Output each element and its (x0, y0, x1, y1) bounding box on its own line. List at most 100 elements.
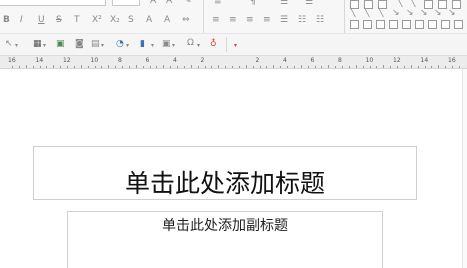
clear-format-icon[interactable]: ✎ (184, 0, 192, 6)
ruler-tick (60, 66, 62, 68)
title-placeholder[interactable]: 单击此处添加标题 (33, 146, 417, 200)
ruler-tick (431, 66, 433, 68)
dropdown-icon[interactable]: ▾ (234, 41, 237, 50)
text-frame-icon[interactable]: ▤ (91, 40, 100, 49)
shape-rectangle-icon[interactable] (428, 20, 437, 29)
chart-icon[interactable]: ▮ (140, 40, 145, 49)
ruler-tick (177, 66, 178, 68)
shape-rectangle-icon[interactable] (402, 20, 411, 29)
subtitle-placeholder-text: 单击此处添加副标题 (162, 218, 288, 234)
ruler-label: 4 (173, 57, 177, 64)
ruler-tick (18, 66, 20, 68)
font-color-icon[interactable]: A (146, 16, 152, 25)
table-icon[interactable]: ▦ (33, 40, 42, 49)
chevron-down-icon[interactable]: ▾ (101, 41, 104, 50)
chevron-down-icon[interactable]: ▾ (15, 41, 18, 50)
shape-rectangle-icon[interactable] (441, 20, 450, 29)
character-spacing-icon[interactable]: ⇔ (182, 16, 190, 25)
line-spacing-icon[interactable]: ☰ (280, 16, 288, 25)
line-icon[interactable]: ╲ (397, 0, 402, 8)
connector-icon[interactable]: ↘ (406, 9, 414, 18)
connector-icon[interactable]: ↘ (448, 9, 456, 18)
chevron-down-icon[interactable]: ▾ (151, 41, 154, 50)
ruler-tick (369, 66, 371, 68)
insert-toolbar: ↖ ▾ ▦ ▾ ▣ ◙ ▤ ▾ ◔ ▾ ▮ ▾ ▣ ▾ Ω ▾ ♁ ▾ (0, 34, 467, 56)
shapes-icon[interactable]: ◔ (116, 40, 124, 49)
shadow-icon[interactable]: S (128, 16, 134, 25)
chevron-down-icon[interactable]: ▾ (172, 41, 175, 50)
select-arrow-icon[interactable]: ↖ (5, 40, 13, 49)
ruler-tick (67, 66, 68, 68)
textbox-icon[interactable]: ▣ (162, 40, 171, 49)
shape-rectangle-icon[interactable] (376, 20, 385, 29)
highlight-icon[interactable]: A (164, 16, 170, 25)
horizontal-ruler[interactable]: 16 14 12 10 8 6 4 2 2 4 6 8 10 12 14 16 (0, 56, 467, 69)
ruler-tick (287, 66, 288, 68)
ruler-label: 16 (8, 57, 16, 64)
bold-icon[interactable]: B (3, 16, 10, 25)
list-icon[interactable]: ☷ (298, 16, 306, 25)
increase-font-icon[interactable]: A (150, 0, 156, 6)
overline-icon[interactable]: T (74, 16, 80, 25)
shape-rectangle-icon[interactable] (454, 20, 463, 29)
chevron-down-icon[interactable]: ▾ (197, 41, 200, 50)
ruler-label: 14 (420, 57, 429, 64)
title-placeholder-text: 单击此处添加标题 (124, 169, 325, 198)
outline-icon[interactable]: ☷ (316, 16, 324, 25)
align-center-icon[interactable]: ≡ (229, 16, 237, 25)
ruler-tick (376, 66, 378, 68)
image-icon[interactable]: ▣ (56, 40, 65, 49)
connector-icon[interactable]: ↘ (392, 9, 400, 18)
bullets-icon[interactable]: ☰ (280, 0, 288, 7)
justify-icon[interactable]: ≡ (263, 16, 271, 25)
arrow-line-icon[interactable]: ╲ (378, 9, 383, 18)
decrease-font-icon[interactable]: A (166, 0, 172, 6)
connector-icon[interactable]: ↘ (420, 9, 428, 18)
chevron-down-icon[interactable]: ▾ (126, 41, 129, 50)
line-icon[interactable]: ╲ (410, 0, 415, 8)
shape-rectangle-icon[interactable] (389, 20, 398, 29)
superscript-icon[interactable]: X² (92, 16, 102, 25)
ruler-tick (46, 66, 48, 68)
arrow-line-icon[interactable]: ╲ (350, 9, 355, 18)
ruler-label: 12 (393, 57, 401, 64)
shape-rectangle-icon[interactable] (350, 20, 359, 29)
strikethrough-icon[interactable]: S (56, 16, 62, 25)
font-size-dropdown[interactable] (112, 0, 140, 6)
fontwork-icon[interactable]: ♁ (210, 40, 217, 49)
numbering-icon[interactable]: ☰ (305, 0, 313, 7)
ruler-tick (73, 66, 75, 68)
underline-icon[interactable]: U (38, 16, 45, 25)
ruler-tick (390, 66, 392, 68)
italic-icon[interactable]: I (20, 16, 23, 25)
vertical-scrollbar[interactable] (462, 69, 467, 268)
indent-icon[interactable]: ≡ (214, 0, 222, 7)
ruler-tick (190, 65, 192, 68)
toolbar-separator (203, 0, 204, 33)
ruler-label: 12 (63, 57, 71, 64)
shape-rectangle-icon[interactable] (415, 20, 424, 29)
ruler-tick (142, 66, 144, 68)
subtitle-placeholder[interactable]: 单击此处添加副标题 (67, 211, 383, 268)
ruler-tick (87, 66, 89, 68)
media-icon[interactable]: ◙ (75, 40, 84, 49)
connector-icon[interactable]: ↘ (434, 9, 442, 18)
ruler-tick (266, 66, 268, 68)
align-right-icon[interactable]: ≡ (246, 16, 254, 25)
chevron-down-icon[interactable]: ▾ (43, 41, 46, 50)
ruler-label: 16 (448, 57, 456, 64)
special-character-icon[interactable]: Ω (187, 39, 194, 48)
font-name-dropdown[interactable] (0, 0, 106, 6)
ruler-tick (328, 65, 330, 68)
ruler-tick (25, 65, 27, 68)
arrow-line-icon[interactable]: ╲ (364, 9, 369, 18)
ruler-tick (259, 66, 261, 68)
paragraph-icon[interactable]: ¶ (250, 0, 256, 7)
ruler-tick (12, 66, 13, 68)
subscript-icon[interactable]: X₂ (110, 16, 120, 25)
ruler-tick (39, 66, 41, 68)
ruler-tick (122, 66, 123, 68)
shape-rectangle-icon[interactable] (363, 20, 372, 29)
ruler-tick (128, 66, 130, 68)
align-left-icon[interactable]: ≡ (212, 16, 220, 25)
